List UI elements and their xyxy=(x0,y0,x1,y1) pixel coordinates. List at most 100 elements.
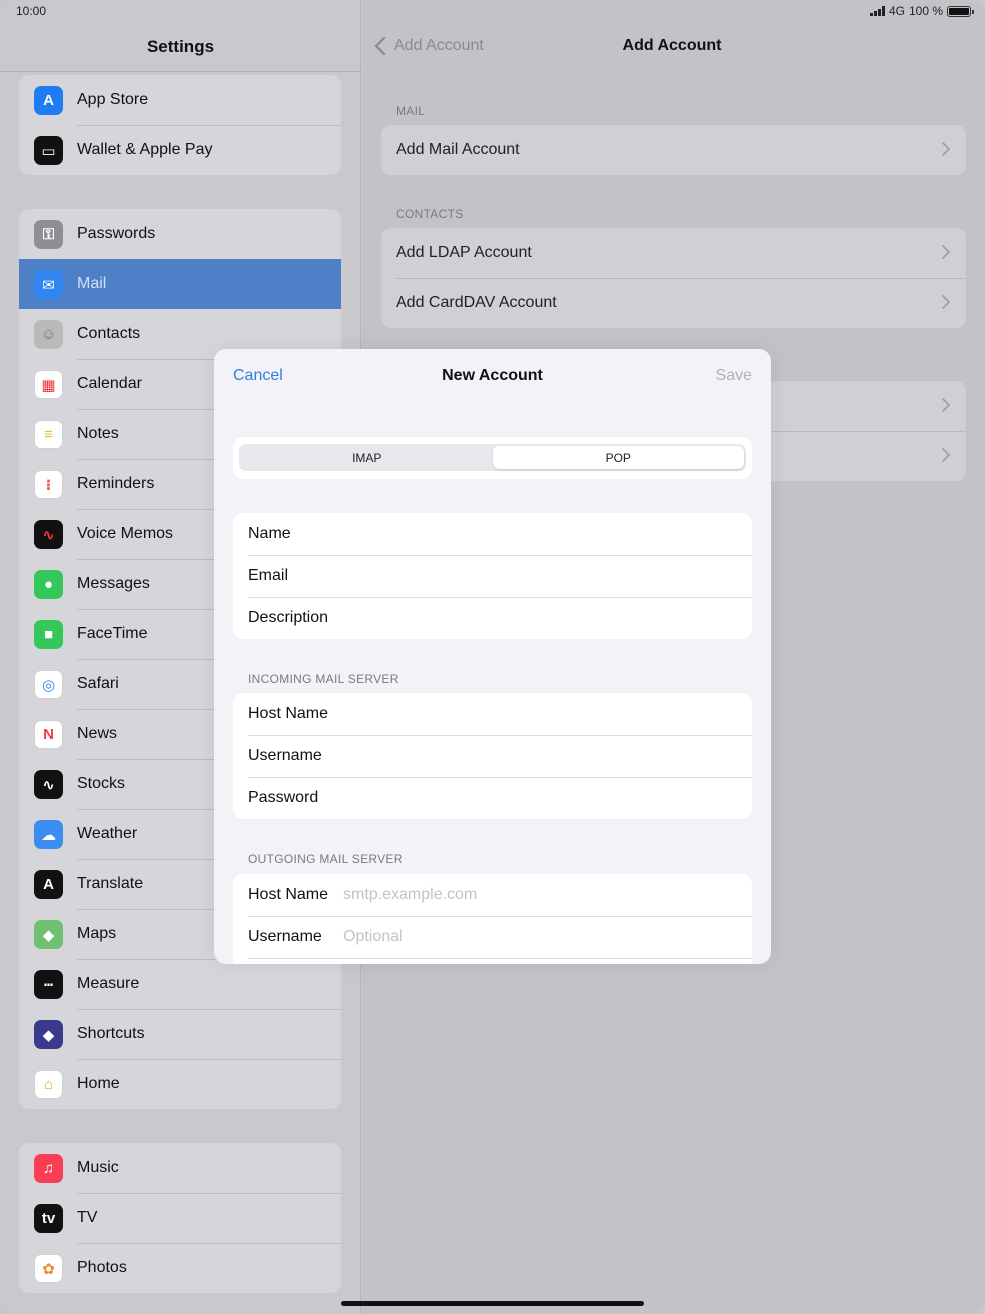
mail-group: Add Mail Account xyxy=(381,125,966,175)
incoming-username-field[interactable]: Username xyxy=(233,735,752,777)
sidebar-item-app-store[interactable]: A App Store xyxy=(19,75,341,125)
detail-title: Add Account xyxy=(622,37,722,54)
battery-icon xyxy=(947,5,974,17)
sidebar-item-label: Weather xyxy=(77,825,138,842)
segment-pop[interactable]: POP xyxy=(492,446,744,469)
protocol-segmented-control: IMAP POP xyxy=(239,444,746,471)
sidebar-item-photos[interactable]: ✿ Photos xyxy=(19,1243,341,1293)
sidebar-item-label: Messages xyxy=(77,575,150,592)
messages-icon: ● xyxy=(34,570,63,599)
chevron-right-icon xyxy=(942,398,950,412)
sidebar-item-label: Reminders xyxy=(77,475,155,492)
status-time: 10:00 xyxy=(16,4,47,18)
sidebar-item-label: FaceTime xyxy=(77,625,148,642)
sidebar-item-label: Translate xyxy=(77,875,144,892)
row-label: Add LDAP Account xyxy=(396,244,532,261)
sidebar-item-label: Contacts xyxy=(77,325,141,342)
field-label: Host Name xyxy=(248,886,329,903)
sidebar-item-label: Safari xyxy=(77,675,119,692)
sidebar-item-label: Voice Memos xyxy=(77,525,174,542)
incoming-password-field[interactable]: Password xyxy=(233,777,752,819)
sidebar-item-label: App Store xyxy=(77,91,149,108)
save-button[interactable]: Save xyxy=(716,367,752,385)
sidebar-item-shortcuts[interactable]: ◆ Shortcuts xyxy=(19,1009,341,1059)
app-store-icon: A xyxy=(34,86,63,115)
sidebar-item-label: Home xyxy=(77,1075,120,1092)
add-carddav-account-row[interactable]: Add CardDAV Account xyxy=(381,278,966,328)
sidebar-divider xyxy=(0,71,361,72)
sidebar-item-label: TV xyxy=(77,1209,98,1226)
shortcuts-icon: ◆ xyxy=(34,1020,63,1049)
protocol-segment-container: IMAP POP xyxy=(233,437,752,479)
description-field[interactable]: Description xyxy=(233,597,752,639)
segment-imap[interactable]: IMAP xyxy=(241,446,493,469)
sidebar-item-home[interactable]: ⌂ Home xyxy=(19,1059,341,1109)
news-icon: N xyxy=(34,720,63,749)
outgoing-server-header: OUTGOING MAIL SERVER xyxy=(248,852,403,866)
status-indicators: 4G 100 % xyxy=(869,4,974,18)
sidebar-item-tv[interactable]: tv TV xyxy=(19,1193,341,1243)
sidebar-item-label: Passwords xyxy=(77,225,156,242)
sidebar-item-music[interactable]: ♫ Music xyxy=(19,1143,341,1193)
home-icon: ⌂ xyxy=(34,1070,63,1099)
incoming-server-header: INCOMING MAIL SERVER xyxy=(248,672,399,686)
safari-icon: ◎ xyxy=(34,670,63,699)
sidebar-item-label: Calendar xyxy=(77,375,142,392)
outgoing-username-row: Username xyxy=(233,916,752,958)
chevron-right-icon xyxy=(942,142,950,156)
cellular-signal-icon xyxy=(869,6,885,16)
field-label: Description xyxy=(248,609,329,626)
sidebar-item-label: Maps xyxy=(77,925,117,942)
sidebar-item-label: Stocks xyxy=(77,775,126,792)
battery-percent: 100 % xyxy=(908,4,943,18)
sidebar-item-measure[interactable]: ┅ Measure xyxy=(19,959,341,1009)
contacts-group: Add LDAP Account Add CardDAV Account xyxy=(381,228,966,328)
field-label: Password xyxy=(248,789,319,806)
translate-icon: A xyxy=(34,870,63,899)
sidebar-item-mail[interactable]: ✉ Mail xyxy=(19,259,341,309)
email-field[interactable]: Email xyxy=(233,555,752,597)
field-label: Username xyxy=(248,747,322,764)
outgoing-host-name-input[interactable] xyxy=(343,886,733,904)
outgoing-username-input[interactable] xyxy=(343,928,733,946)
account-info-group: Name Email Description xyxy=(233,513,752,639)
home-indicator[interactable] xyxy=(341,1301,644,1306)
outgoing-next-row xyxy=(233,958,752,964)
incoming-host-name-field[interactable]: Host Name xyxy=(233,693,752,735)
row-label: Add CardDAV Account xyxy=(396,294,557,311)
outgoing-host-name-row: Host Name xyxy=(233,874,752,916)
notes-icon: ≡ xyxy=(34,420,63,449)
sidebar-item-label: Measure xyxy=(77,975,140,992)
field-label: Email xyxy=(248,567,289,584)
section-header-contacts: CONTACTS xyxy=(396,207,464,221)
sidebar-item-label: Photos xyxy=(77,1259,127,1276)
sidebar-group-media: ♫ Music tv TV ✿ Photos xyxy=(19,1143,341,1293)
add-ldap-account-row[interactable]: Add LDAP Account xyxy=(381,228,966,278)
measure-icon: ┅ xyxy=(34,970,63,999)
add-mail-account-row[interactable]: Add Mail Account xyxy=(381,125,966,175)
chevron-right-icon xyxy=(942,448,950,462)
section-header-mail: MAIL xyxy=(396,104,426,118)
mail-icon: ✉ xyxy=(34,270,63,299)
weather-icon: ☁ xyxy=(34,820,63,849)
contacts-icon: ☺ xyxy=(34,320,63,349)
tv-icon: tv xyxy=(34,1204,63,1233)
field-label: Username xyxy=(248,928,322,945)
new-account-sheet: Cancel New Account Save IMAP POP Name Em… xyxy=(214,349,771,964)
key-icon: ⚿ xyxy=(34,220,63,249)
sidebar-item-label: Mail xyxy=(77,275,107,292)
chevron-right-icon xyxy=(942,295,950,309)
photos-icon: ✿ xyxy=(34,1254,63,1283)
sidebar-item-label: Wallet & Apple Pay xyxy=(77,141,213,158)
field-label: Name xyxy=(248,525,291,542)
sidebar-item-passwords[interactable]: ⚿ Passwords xyxy=(19,209,341,259)
row-label: Add Mail Account xyxy=(396,141,520,158)
sidebar-item-wallet-apple-pay[interactable]: ▭ Wallet & Apple Pay xyxy=(19,125,341,175)
sheet-title: New Account xyxy=(442,367,543,384)
stocks-icon: ∿ xyxy=(34,770,63,799)
sidebar-item-label: Notes xyxy=(77,425,119,442)
ipad-screen: Settings A App Store ▭ Wallet & Apple Pay ⚿… xyxy=(0,0,985,1314)
name-field[interactable]: Name xyxy=(233,513,752,555)
facetime-icon: ■ xyxy=(34,620,63,649)
incoming-server-group: Host Name Username Password xyxy=(233,693,752,819)
